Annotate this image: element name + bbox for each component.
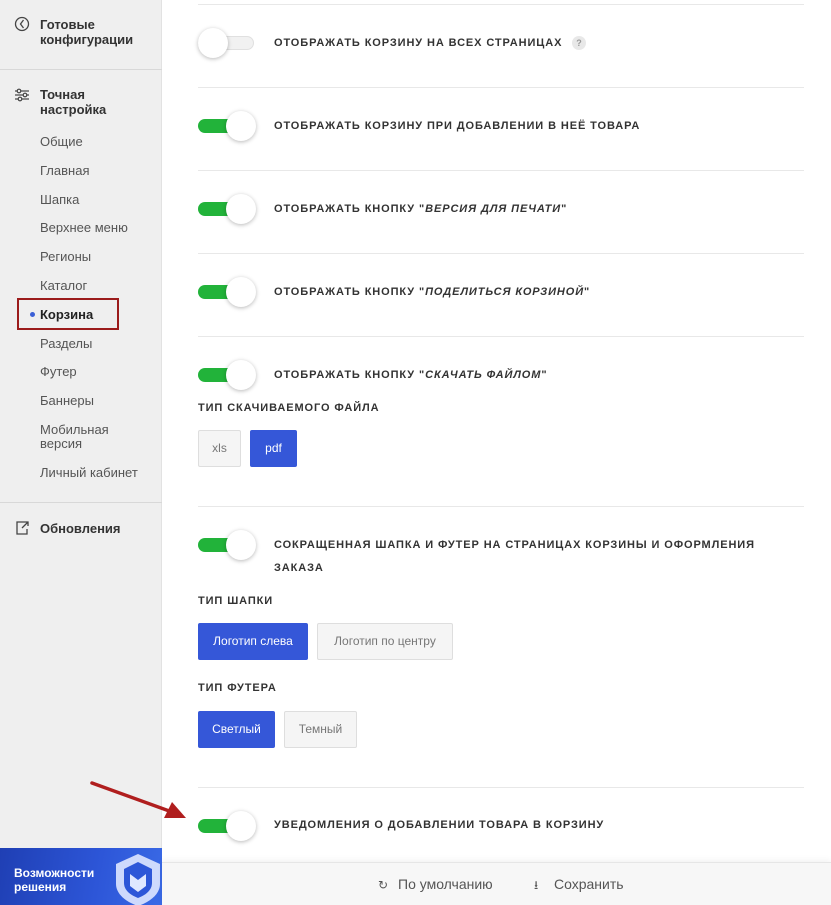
sidebar-item-header[interactable]: Шапка — [40, 193, 79, 207]
footer-bar: ↻ По умолчанию ⭳ Сохранить — [162, 862, 831, 905]
toggle-print-version[interactable] — [198, 194, 256, 224]
sidebar-item-mobile[interactable]: Мобильная версия — [40, 423, 109, 451]
compass-icon — [14, 16, 30, 32]
sidebar-item-main[interactable]: Главная — [40, 164, 89, 178]
sidebar-item-cart[interactable]: Корзина — [40, 308, 93, 322]
promo-text: Возможности решения — [14, 866, 95, 894]
toggle-download-file[interactable] — [198, 360, 256, 390]
sidebar-fine-tuning[interactable]: Точная настройка — [40, 87, 106, 117]
row-divider — [198, 253, 804, 254]
save-button[interactable]: ⭳ Сохранить — [534, 876, 624, 897]
toggle-add-notification[interactable] — [198, 811, 256, 841]
sidebar: Готовые конфигурации Точная настройка Об… — [0, 0, 162, 905]
sidebar-item-regions[interactable]: Регионы — [40, 250, 91, 264]
active-dot — [30, 312, 35, 317]
sidebar-item-sections[interactable]: Разделы — [40, 337, 92, 351]
footer-light-button[interactable]: Светлый — [198, 711, 275, 748]
toggle-short-header-footer[interactable] — [198, 530, 256, 560]
toggle-share-cart[interactable] — [198, 277, 256, 307]
option-label: Отображать корзину при добавлении в неё … — [274, 120, 641, 132]
file-type-label: ТИП СКАЧИВАЕМОГО ФАЙЛА — [198, 402, 380, 414]
promo-banner[interactable]: Возможности решения — [0, 848, 162, 905]
footer-dark-button[interactable]: Темный — [284, 711, 357, 748]
row-divider — [198, 787, 804, 788]
sidebar-item-catalog[interactable]: Каталог — [40, 279, 87, 293]
option-label: Сокращенная шапка и футер на страницах к… — [274, 539, 755, 574]
sidebar-item-account[interactable]: Личный кабинет — [40, 466, 138, 480]
reset-defaults-button[interactable]: ↻ По умолчанию — [378, 876, 493, 892]
download-icon: ⭳ — [534, 878, 539, 892]
row-divider — [198, 336, 804, 337]
sidebar-divider — [0, 502, 162, 503]
sidebar-item-footer[interactable]: Футер — [40, 365, 77, 379]
header-logo-center-button[interactable]: Логотип по центру — [317, 623, 453, 660]
sliders-icon — [15, 88, 29, 102]
help-icon[interactable]: ? — [572, 36, 586, 50]
annotation-arrow-icon — [90, 781, 186, 818]
file-type-pdf-button[interactable]: pdf — [250, 430, 297, 467]
sidebar-item-banners[interactable]: Баннеры — [40, 394, 94, 408]
sidebar-divider — [0, 69, 162, 70]
refresh-icon: ↻ — [378, 878, 389, 892]
sidebar-ready-configs[interactable]: Готовые конфигурации — [40, 17, 133, 47]
option-label: Отображать кнопку "Скачать файлом" — [274, 369, 548, 381]
header-type-label: ТИП ШАПКИ — [198, 595, 274, 607]
row-divider — [198, 506, 804, 507]
file-type-xls-button[interactable]: xls — [198, 430, 241, 467]
toggle-cart-on-add[interactable] — [198, 111, 256, 141]
shield-logo-icon — [116, 854, 160, 905]
option-label: Уведомления о добавлении товара в корзин… — [274, 819, 605, 831]
option-label: Отображать корзину на всех страницах — [274, 37, 563, 49]
option-label: Отображать кнопку "Поделиться корзиной" — [274, 286, 591, 298]
settings-panel: Отображать корзину на всех страницах ? О… — [162, 0, 831, 905]
sidebar-updates[interactable]: Обновления — [40, 521, 121, 536]
option-label: Отображать кнопку "Версия для печати" — [274, 203, 568, 215]
sidebar-item-general[interactable]: Общие — [40, 135, 83, 149]
sidebar-item-top-menu[interactable]: Верхнее меню — [40, 221, 128, 235]
row-divider — [198, 87, 804, 88]
footer-type-label: ТИП ФУТЕРА — [198, 682, 277, 694]
row-divider — [198, 170, 804, 171]
toggle-cart-all-pages[interactable] — [198, 28, 256, 58]
export-icon — [16, 521, 29, 535]
header-logo-left-button[interactable]: Логотип слева — [198, 623, 308, 660]
row-divider — [198, 4, 804, 5]
